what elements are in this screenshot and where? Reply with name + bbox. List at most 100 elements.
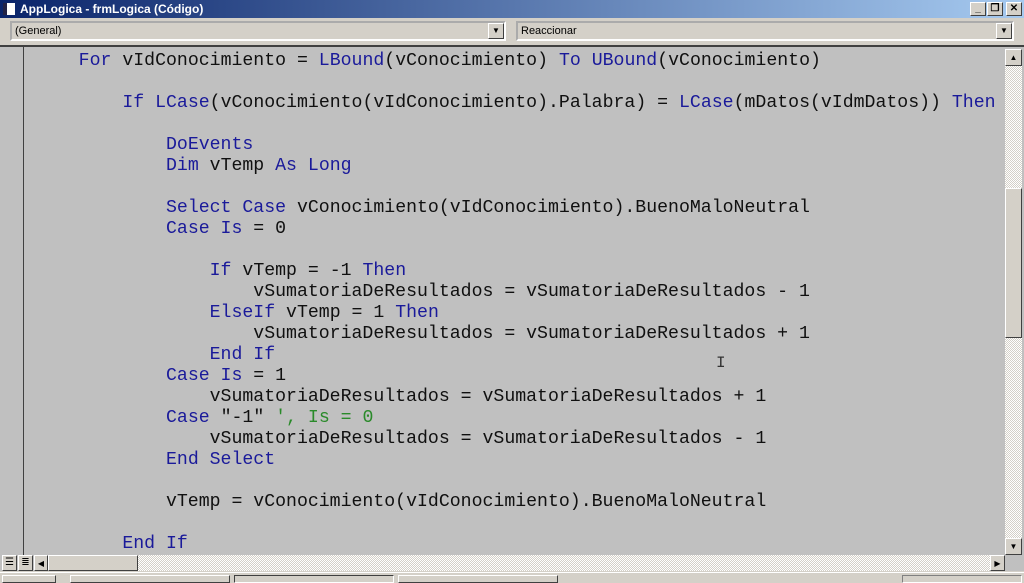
code-line[interactable]: End If	[35, 534, 996, 555]
keyword-token: Case	[165, 408, 210, 428]
code-line[interactable]: Case Is = 1	[35, 366, 996, 387]
code-token: vTemp = -1	[231, 261, 363, 281]
code-token: vConocimiento(vIdConocimiento).BuenoMalo…	[286, 198, 810, 218]
keyword-token: End Select	[165, 450, 276, 470]
keyword-token: ElseIf	[209, 303, 276, 323]
code-line[interactable]: vSumatoriaDeResultados = vSumatoriaDeRes…	[35, 282, 996, 303]
code-text[interactable]: For vIdConocimiento = LBound(vConocimien…	[35, 51, 996, 555]
text-cursor-icon: I	[716, 354, 726, 372]
restore-button[interactable]: ❐	[987, 2, 1003, 16]
chevron-down-icon[interactable]: ▼	[488, 23, 504, 39]
keyword-token: Dim	[165, 156, 199, 176]
code-line[interactable]	[35, 513, 996, 534]
code-token: vSumatoriaDeResultados = vSumatoriaDeRes…	[35, 324, 810, 344]
code-token: vSumatoriaDeResultados = vSumatoriaDeRes…	[35, 429, 767, 449]
keyword-token: Case Is	[165, 366, 243, 386]
procedure-dropdown[interactable]: Reaccionar ▼	[516, 21, 1014, 41]
keyword-token: LBound	[318, 51, 385, 71]
keyword-token: Then	[395, 303, 439, 323]
keyword-token: End If	[209, 345, 276, 365]
code-line[interactable]: If vTemp = -1 Then	[35, 261, 996, 282]
horizontal-scroll-thumb[interactable]	[48, 555, 138, 571]
code-line[interactable]: Case "-1" ', Is = 0	[35, 408, 996, 429]
object-dropdown-value: (General)	[15, 25, 62, 37]
code-editor[interactable]: For vIdConocimiento = LBound(vConocimien…	[0, 45, 1024, 571]
code-line[interactable]: Case Is = 0	[35, 219, 996, 240]
comment-token: ', Is = 0	[275, 408, 374, 428]
keyword-token: UBound	[591, 51, 658, 71]
code-line[interactable]: vSumatoriaDeResultados = vSumatoriaDeRes…	[35, 324, 996, 345]
code-token: = 1	[242, 366, 287, 386]
code-line[interactable]	[35, 72, 996, 93]
code-line[interactable]: ElseIf vTemp = 1 Then	[35, 303, 996, 324]
code-token: vSumatoriaDeResultados = vSumatoriaDeRes…	[35, 282, 810, 302]
code-token: vTemp = vConocimiento(vIdConocimiento).B…	[35, 492, 767, 512]
scroll-right-button[interactable]: ▶	[990, 555, 1005, 571]
keyword-token: Then	[951, 93, 996, 113]
app-icon	[3, 3, 15, 15]
code-line[interactable]: End Select	[35, 450, 996, 471]
code-line[interactable]: Dim vTemp As Long	[35, 156, 996, 177]
code-token: vIdConocimiento =	[111, 51, 319, 71]
scroll-down-button[interactable]: ▼	[1005, 538, 1022, 555]
chevron-down-icon[interactable]: ▼	[996, 23, 1012, 39]
code-token: (vConocimiento)	[657, 51, 821, 71]
keyword-token: As	[275, 156, 297, 176]
code-token: (mDatos(vIdmDatos))	[733, 93, 952, 113]
taskbar-item[interactable]	[398, 575, 558, 583]
code-line[interactable]	[35, 240, 996, 261]
keyword-token: Then	[362, 261, 407, 281]
vertical-scrollbar[interactable]: ▲ ▼	[1005, 49, 1022, 555]
code-line[interactable]: If LCase(vConocimiento(vIdConocimiento).…	[35, 93, 996, 114]
code-line[interactable]	[35, 177, 996, 198]
code-line[interactable]: vSumatoriaDeResultados = vSumatoriaDeRes…	[35, 387, 996, 408]
code-line[interactable]: Select Case vConocimiento(vIdConocimient…	[35, 198, 996, 219]
code-line[interactable]: End If	[35, 345, 996, 366]
procedure-view-button[interactable]: ☰	[2, 555, 17, 571]
code-token: (vConocimiento(vIdConocimiento).Palabra)…	[209, 93, 679, 113]
keyword-token: Case Is	[165, 219, 243, 239]
taskbar-item-active[interactable]	[234, 575, 394, 583]
code-line[interactable]: For vIdConocimiento = LBound(vConocimien…	[35, 51, 996, 72]
keyword-token: End If	[122, 534, 188, 554]
close-button[interactable]: ✕	[1006, 2, 1022, 16]
taskbar-item[interactable]	[70, 575, 230, 583]
code-line[interactable]	[35, 471, 996, 492]
keyword-token: To	[558, 51, 581, 71]
code-line[interactable]: DoEvents	[35, 135, 996, 156]
system-tray	[902, 575, 1022, 583]
code-token: vTemp = 1	[275, 303, 396, 323]
scroll-up-button[interactable]: ▲	[1005, 49, 1022, 66]
code-line[interactable]	[35, 114, 996, 135]
code-token: (vConocimiento)	[384, 51, 559, 71]
code-token: vSumatoriaDeResultados = vSumatoriaDeRes…	[35, 387, 767, 407]
scroll-left-button[interactable]: ◀	[34, 555, 48, 571]
horizontal-scrollbar[interactable]: ◀ ▶	[34, 555, 1005, 571]
taskbar-item[interactable]	[2, 575, 56, 583]
full-module-view-button[interactable]: ≣	[18, 555, 33, 571]
keyword-token: LCase	[155, 93, 210, 113]
code-line[interactable]: vSumatoriaDeResultados = vSumatoriaDeRes…	[35, 429, 996, 450]
object-dropdown[interactable]: (General) ▼	[10, 21, 506, 41]
margin-indicator-bar[interactable]	[0, 47, 24, 555]
minimize-button[interactable]: _	[970, 2, 986, 16]
code-token: "-1"	[209, 408, 276, 428]
keyword-token: If	[209, 261, 232, 281]
vertical-scroll-thumb[interactable]	[1005, 188, 1022, 339]
code-line[interactable]: vTemp = vConocimiento(vIdConocimiento).B…	[35, 492, 996, 513]
